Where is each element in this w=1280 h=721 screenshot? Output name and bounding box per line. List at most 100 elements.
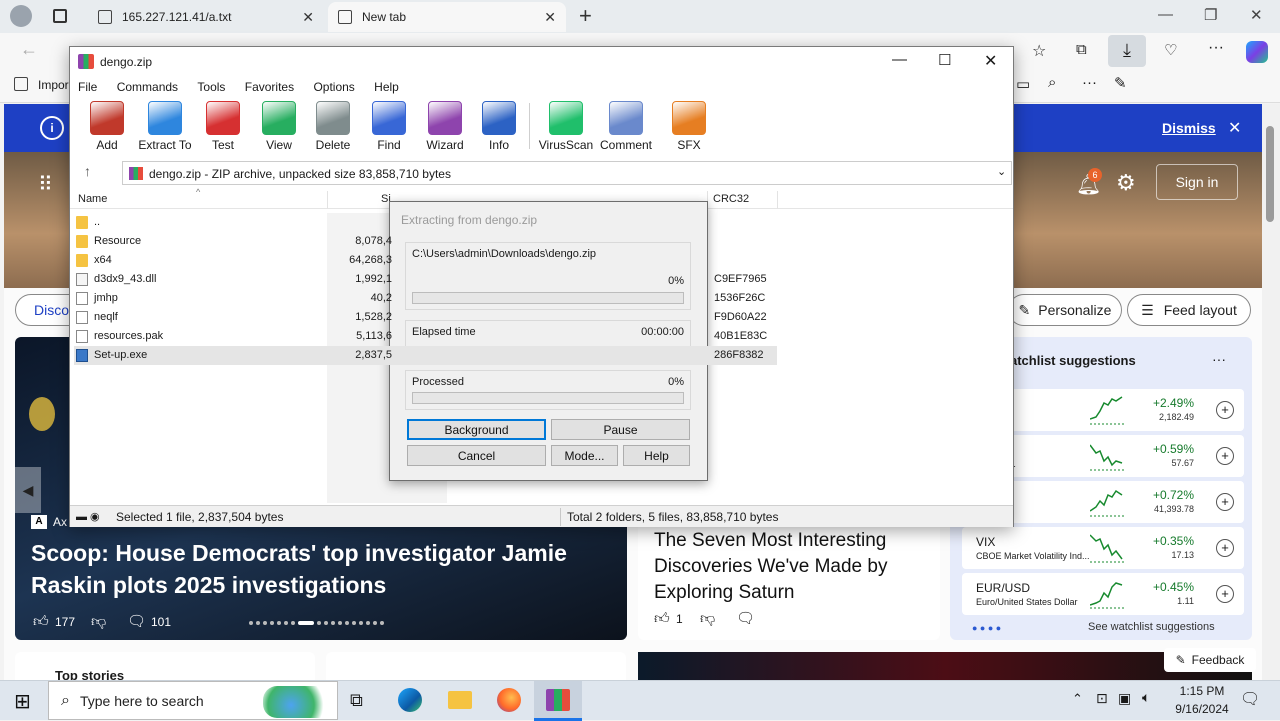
mode-button[interactable]: Mode... [551,445,618,466]
chevron-down-icon[interactable]: ⌄ [997,165,1006,178]
tool-find-button[interactable]: Find [360,101,418,152]
tool-delete-button[interactable]: Delete [304,101,362,152]
folder-icon[interactable]: ▭ [1016,75,1030,93]
menu-favorites[interactable]: Favorites [245,77,294,97]
path-field[interactable]: dengo.zip - ZIP archive, unpacked size 8… [122,161,1012,185]
tool-wizard-button[interactable]: Wizard [416,101,474,152]
new-tab-button[interactable]: + [579,3,592,29]
volume-icon[interactable]: 🔈︎ [1142,689,1150,706]
tab-a-txt[interactable]: 165.227.121.41/a.txt ✕ [88,2,324,32]
tab-actions-icon[interactable] [53,9,67,23]
file-row[interactable]: x64 64,268,3 [74,251,777,270]
tool-comment-button[interactable]: Comment [597,101,655,152]
profile-avatar[interactable] [10,5,32,27]
carousel-dots[interactable] [249,621,397,625]
clock-time[interactable]: 1:15 PM [1172,684,1232,698]
tool-view-button[interactable]: View [250,101,308,152]
winrar-maximize-icon[interactable]: ☐ [938,51,951,69]
menu-file[interactable]: File [78,77,97,97]
close-tab-icon[interactable]: ✕ [544,9,556,26]
pin-icon[interactable]: ✎ [1114,74,1127,92]
file-explorer-icon[interactable] [448,691,472,709]
edge-taskbar-icon[interactable] [398,688,422,712]
watchlist-more-icon[interactable]: ··· [1212,351,1226,367]
tool-extract-to-button[interactable]: Extract To [136,101,194,152]
add-to-watchlist-button[interactable]: + [1216,493,1234,511]
watchlist-pager-dots[interactable]: ● ● ● ● [972,623,1001,633]
chevron-up-icon[interactable]: ⌃ [1072,691,1083,707]
lead-story-title[interactable]: Scoop: House Democrats' top investigator… [31,537,601,601]
close-icon[interactable]: ✕ [1250,6,1263,24]
menu-options[interactable]: Options [313,77,354,97]
firefox-icon[interactable] [497,688,521,712]
network-icon[interactable]: ⊡ [1096,690,1108,707]
notification-center-icon[interactable]: 🗨︎ [1240,689,1260,709]
close-banner-icon[interactable]: ✕ [1228,118,1241,138]
back-icon[interactable]: ← [20,39,38,60]
pause-button[interactable]: Pause [551,419,690,440]
like-icon[interactable]: 👍︎ [33,613,49,631]
winrar-minimize-icon[interactable]: — [892,51,907,68]
feed-layout-button[interactable]: ☰ Feed layout [1127,294,1251,326]
tool-add-button[interactable]: Add [78,101,136,152]
file-row[interactable]: Set-up.exe 2,837,5 286F8382 [74,346,777,365]
watchlist-item[interactable]: EUR/USD Euro/United States Dollar +0.45% 1.… [962,573,1244,615]
comment-icon[interactable]: 🗨︎ [736,609,755,627]
background-button[interactable]: Background [407,419,546,440]
more-icon[interactable]: ··· [1082,74,1097,91]
story-card[interactable]: The Seven Most Interesting Discoveries W… [638,516,940,640]
settings-gear-icon[interactable]: ⚙ [1116,170,1136,196]
page-scrollbar[interactable] [1262,104,1280,680]
tool-sfx-button[interactable]: SFX [660,101,718,152]
carousel-prev-button[interactable]: ◀ [15,467,41,513]
column-name[interactable]: Name [78,193,107,205]
restore-icon[interactable]: ❐ [1204,6,1217,24]
more-icon[interactable]: ··· [1208,39,1224,57]
watchlist-item[interactable]: VIX CBOE Market Volatility Ind... +0.35% 17… [962,527,1244,569]
taskbar-search-box[interactable]: ⌕ Type here to search [48,681,338,720]
feedback-button[interactable]: ✎ Feedback [1164,648,1256,672]
file-row[interactable]: neqlf 1,528,2 F9D60A22 [74,308,777,327]
dislike-icon[interactable]: 👎︎ [700,610,715,628]
winrar-taskbar-button[interactable] [534,681,582,721]
import-favorites-link[interactable]: Impor [38,78,69,92]
add-to-watchlist-button[interactable]: + [1216,447,1234,465]
comment-icon[interactable]: 🗨︎ [127,612,146,630]
scrollbar-thumb[interactable] [1266,126,1274,222]
apps-grid-icon[interactable]: ⠿ [38,172,53,197]
tool-virusscan-button[interactable]: VirusScan [537,101,595,152]
dismiss-link[interactable]: Dismiss [1162,120,1216,136]
start-windows-icon[interactable]: ⊞ [14,689,31,714]
add-to-watchlist-button[interactable]: + [1216,585,1234,603]
favorites-icon[interactable]: ☆ [1032,41,1046,61]
tool-info-button[interactable]: Info [470,101,528,152]
dislike-icon[interactable]: 👎︎ [91,613,106,631]
minimize-icon[interactable]: — [1158,6,1173,23]
add-to-watchlist-button[interactable]: + [1216,401,1234,419]
add-to-watchlist-button[interactable]: + [1216,539,1234,557]
import-favorites-icon[interactable] [14,77,28,91]
search-icon[interactable]: ⌕ [1048,74,1056,91]
file-row[interactable]: Resource 8,078,4 [74,232,777,251]
sign-in-button[interactable]: Sign in [1156,164,1238,200]
file-row[interactable]: d3dx9_43.dll 1,992,1 C9EF7965 [74,270,777,289]
help-button[interactable]: Help [623,445,690,466]
file-row[interactable]: .. [74,213,777,232]
like-icon[interactable]: 👍︎ [654,610,670,628]
close-tab-icon[interactable]: ✕ [302,9,314,26]
menu-tools[interactable]: Tools [197,77,225,97]
personalize-button[interactable]: ✎ Personalize [1008,294,1122,326]
file-row[interactable]: resources.pak 5,113,6 40B1E83C [74,327,777,346]
up-folder-icon[interactable]: ↑ [84,163,91,179]
see-watchlist-link[interactable]: See watchlist suggestions [1088,621,1215,633]
clock-date[interactable]: 9/16/2024 [1166,702,1238,716]
story-title[interactable]: The Seven Most Interesting Discoveries W… [654,528,934,606]
winrar-close-icon[interactable]: ✕ [984,51,997,71]
task-view-icon[interactable]: ⧉ [350,690,363,711]
menu-help[interactable]: Help [374,77,399,97]
column-crc[interactable]: CRC32 [713,193,749,205]
cancel-button[interactable]: Cancel [407,445,546,466]
file-row[interactable]: jmhp 40,2 1536F26C [74,289,777,308]
collections-icon[interactable]: ⧉ [1076,41,1087,58]
tool-test-button[interactable]: Test [194,101,252,152]
